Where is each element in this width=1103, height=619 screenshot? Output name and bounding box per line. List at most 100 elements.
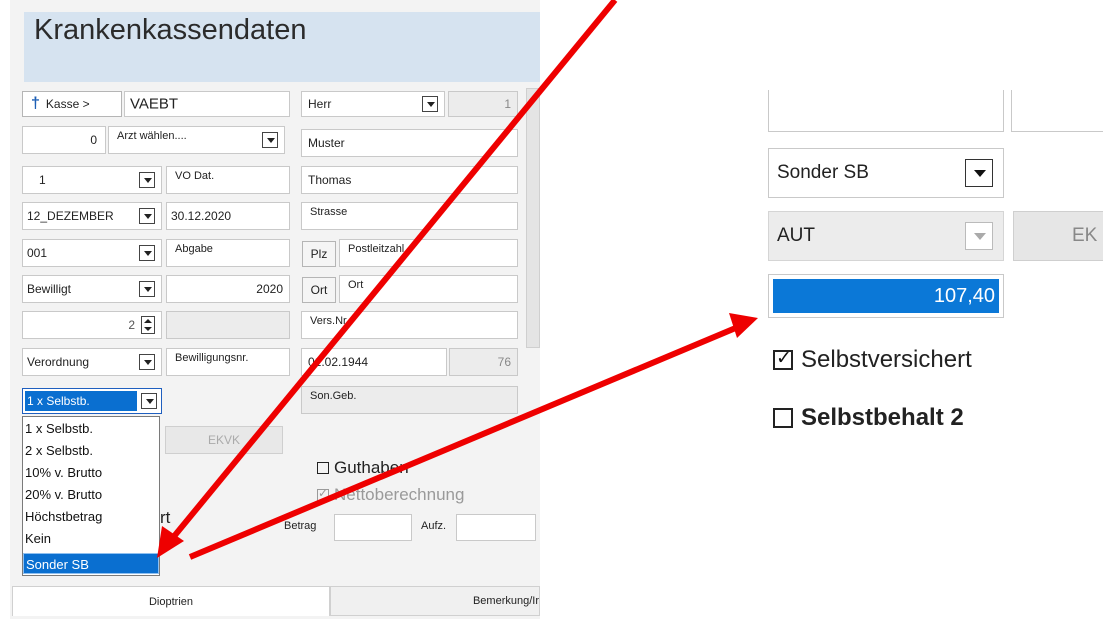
plz-label: Plz [310, 247, 328, 261]
chevron-down-icon[interactable] [139, 208, 155, 224]
songeb-field: Son.Geb. [301, 386, 518, 414]
guthaben-checkbox[interactable] [317, 462, 329, 474]
geburtsdatum-value: 01.02.1944 [308, 355, 369, 369]
ort-button[interactable]: Ort [302, 277, 336, 303]
zoom-amount-field[interactable]: 107,40 [768, 274, 1004, 318]
guthaben-label: Guthaben [334, 458, 409, 477]
zoom-top-field-left [768, 90, 1004, 132]
code-value: 001 [27, 246, 48, 260]
year-value: 2020 [256, 282, 283, 296]
code-select[interactable]: 001 [22, 239, 162, 267]
dropdown-option[interactable]: Höchstbetrag [23, 506, 159, 527]
quantity-stepper[interactable]: 2 [22, 311, 162, 339]
vo-dat-label: VO Dat. [175, 170, 215, 182]
arzt-number-field[interactable]: 0 [22, 126, 106, 154]
aufz-field[interactable] [456, 514, 536, 541]
alter-value: 76 [497, 355, 511, 369]
ekvk-button[interactable]: EKVK [165, 426, 283, 454]
arzt-placeholder: Arzt wählen.... [117, 130, 187, 142]
alter-field: 76 [449, 348, 518, 376]
guthaben-checkbox-row[interactable]: Guthaben [317, 458, 409, 478]
nachname-field[interactable]: Muster [301, 129, 518, 157]
betrag-field[interactable] [334, 514, 412, 541]
dropdown-option[interactable]: 2 x Selbstb. [23, 440, 159, 461]
year-field[interactable]: 2020 [166, 275, 290, 303]
zoom-aut-select[interactable]: AUT [768, 211, 1004, 261]
selbstbehalt2-checkbox[interactable] [773, 408, 793, 428]
chevron-down-icon[interactable] [422, 96, 438, 112]
zoom-ek-button[interactable]: EK [1013, 211, 1103, 261]
postleitzahl-label: Postleitzahl [348, 243, 405, 255]
stepper-arrows-icon[interactable] [141, 316, 155, 334]
chevron-down-icon[interactable] [965, 222, 993, 250]
tab-bemerkung-label: Bemerkung/Ir [472, 595, 539, 607]
songeb-label: Son.Geb. [310, 390, 357, 402]
chevron-down-icon[interactable] [139, 281, 155, 297]
zoom-inset: Sonder SB AUT EK 107,40 ✓ Selbstversiche… [745, 90, 1103, 450]
date-value: 30.12.2020 [171, 209, 232, 223]
page-title: Krankenkassendaten [34, 14, 307, 46]
chevron-down-icon[interactable] [141, 393, 157, 409]
nettoberechnung-checkbox-row[interactable]: ✓ Nettoberechnung [317, 485, 464, 505]
date-field[interactable]: 30.12.2020 [166, 202, 290, 230]
bewilligungsnr-field[interactable]: Bewilligungsnr. [166, 348, 290, 376]
zoom-sonder-value: Sonder SB [777, 162, 869, 183]
nettoberechnung-checkbox[interactable]: ✓ [317, 486, 329, 501]
versnr-field[interactable]: Vers.Nr. [301, 311, 518, 339]
chevron-down-icon[interactable] [139, 172, 155, 188]
partial-label: rt [160, 508, 171, 527]
vo-dat-field[interactable]: VO Dat. [166, 166, 290, 194]
ort-field[interactable]: Ort [339, 275, 518, 303]
dropdown-option[interactable]: Kein [23, 528, 159, 549]
chevron-down-icon[interactable] [139, 354, 155, 370]
abgabe-field[interactable]: Abgabe [166, 239, 290, 267]
zoom-aut-value: AUT [777, 225, 815, 246]
abgabe-label: Abgabe [175, 243, 213, 255]
anrede-select[interactable]: Herr [301, 91, 445, 117]
ort-button-label: Ort [310, 283, 328, 297]
selbstversichert-checkbox-row[interactable]: ✓ Selbstversichert [773, 346, 972, 374]
vorname-value: Thomas [308, 173, 352, 187]
status-value: Bewilligt [27, 282, 72, 296]
chevron-down-icon[interactable] [139, 245, 155, 261]
row1-select[interactable]: 1 [22, 166, 162, 194]
check-icon: ✓ [318, 486, 329, 500]
verordnung-value: Verordnung [27, 355, 90, 369]
selbstbehalt-value: 1 x Selbstb. [25, 391, 137, 411]
tab-bemerkung[interactable]: Bemerkung/Ir [330, 586, 540, 616]
selbstbehalt2-checkbox-row[interactable]: Selbstbehalt 2 [773, 404, 964, 432]
selbstbehalt-select[interactable]: 1 x Selbstb. [22, 388, 162, 414]
tab-dioptrien[interactable]: Dioptrien [12, 586, 330, 616]
selbstversichert-checkbox[interactable]: ✓ [773, 348, 793, 370]
plz-button[interactable]: Plz [302, 241, 336, 267]
dropdown-option-selected[interactable]: Sonder SB [23, 553, 159, 574]
selbstversichert-label: Selbstversichert [801, 346, 972, 373]
month-select[interactable]: 12_DEZEMBER [22, 202, 162, 230]
status-select[interactable]: Bewilligt [22, 275, 162, 303]
strasse-field[interactable]: Strasse [301, 202, 518, 230]
zoom-ek-label: EK [1072, 225, 1098, 246]
check-icon: ✓ [776, 348, 792, 369]
arzt-number: 0 [90, 133, 97, 147]
bewilligungsnr-label: Bewilligungsnr. [175, 352, 249, 364]
dropdown-option[interactable]: 10% v. Brutto [23, 462, 159, 483]
kasse-button[interactable]: † Kasse > [22, 91, 122, 117]
verordnung-select[interactable]: Verordnung [22, 348, 162, 376]
versnr-label: Vers.Nr. [310, 315, 350, 327]
arzt-select[interactable]: Arzt wählen.... [108, 126, 285, 154]
dropdown-option[interactable]: 1 x Selbstb. [23, 418, 159, 439]
quantity-value: 2 [128, 318, 135, 332]
anrede-number-field: 1 [448, 91, 518, 117]
zoom-sonder-select[interactable]: Sonder SB [768, 148, 1004, 198]
dropdown-option[interactable]: 20% v. Brutto [23, 484, 159, 505]
chevron-down-icon[interactable] [262, 132, 278, 148]
selbstbehalt2-label: Selbstbehalt 2 [801, 404, 964, 431]
postleitzahl-field[interactable]: Postleitzahl [339, 239, 518, 267]
nachname-value: Muster [308, 136, 345, 150]
nettoberechnung-label: Nettoberechnung [334, 485, 465, 504]
chevron-down-icon[interactable] [965, 159, 993, 187]
kasse-field[interactable]: VAEBT [124, 91, 290, 117]
ort-label: Ort [348, 279, 364, 291]
vorname-field[interactable]: Thomas [301, 166, 518, 194]
geburtsdatum-field[interactable]: 01.02.1944 [301, 348, 447, 376]
